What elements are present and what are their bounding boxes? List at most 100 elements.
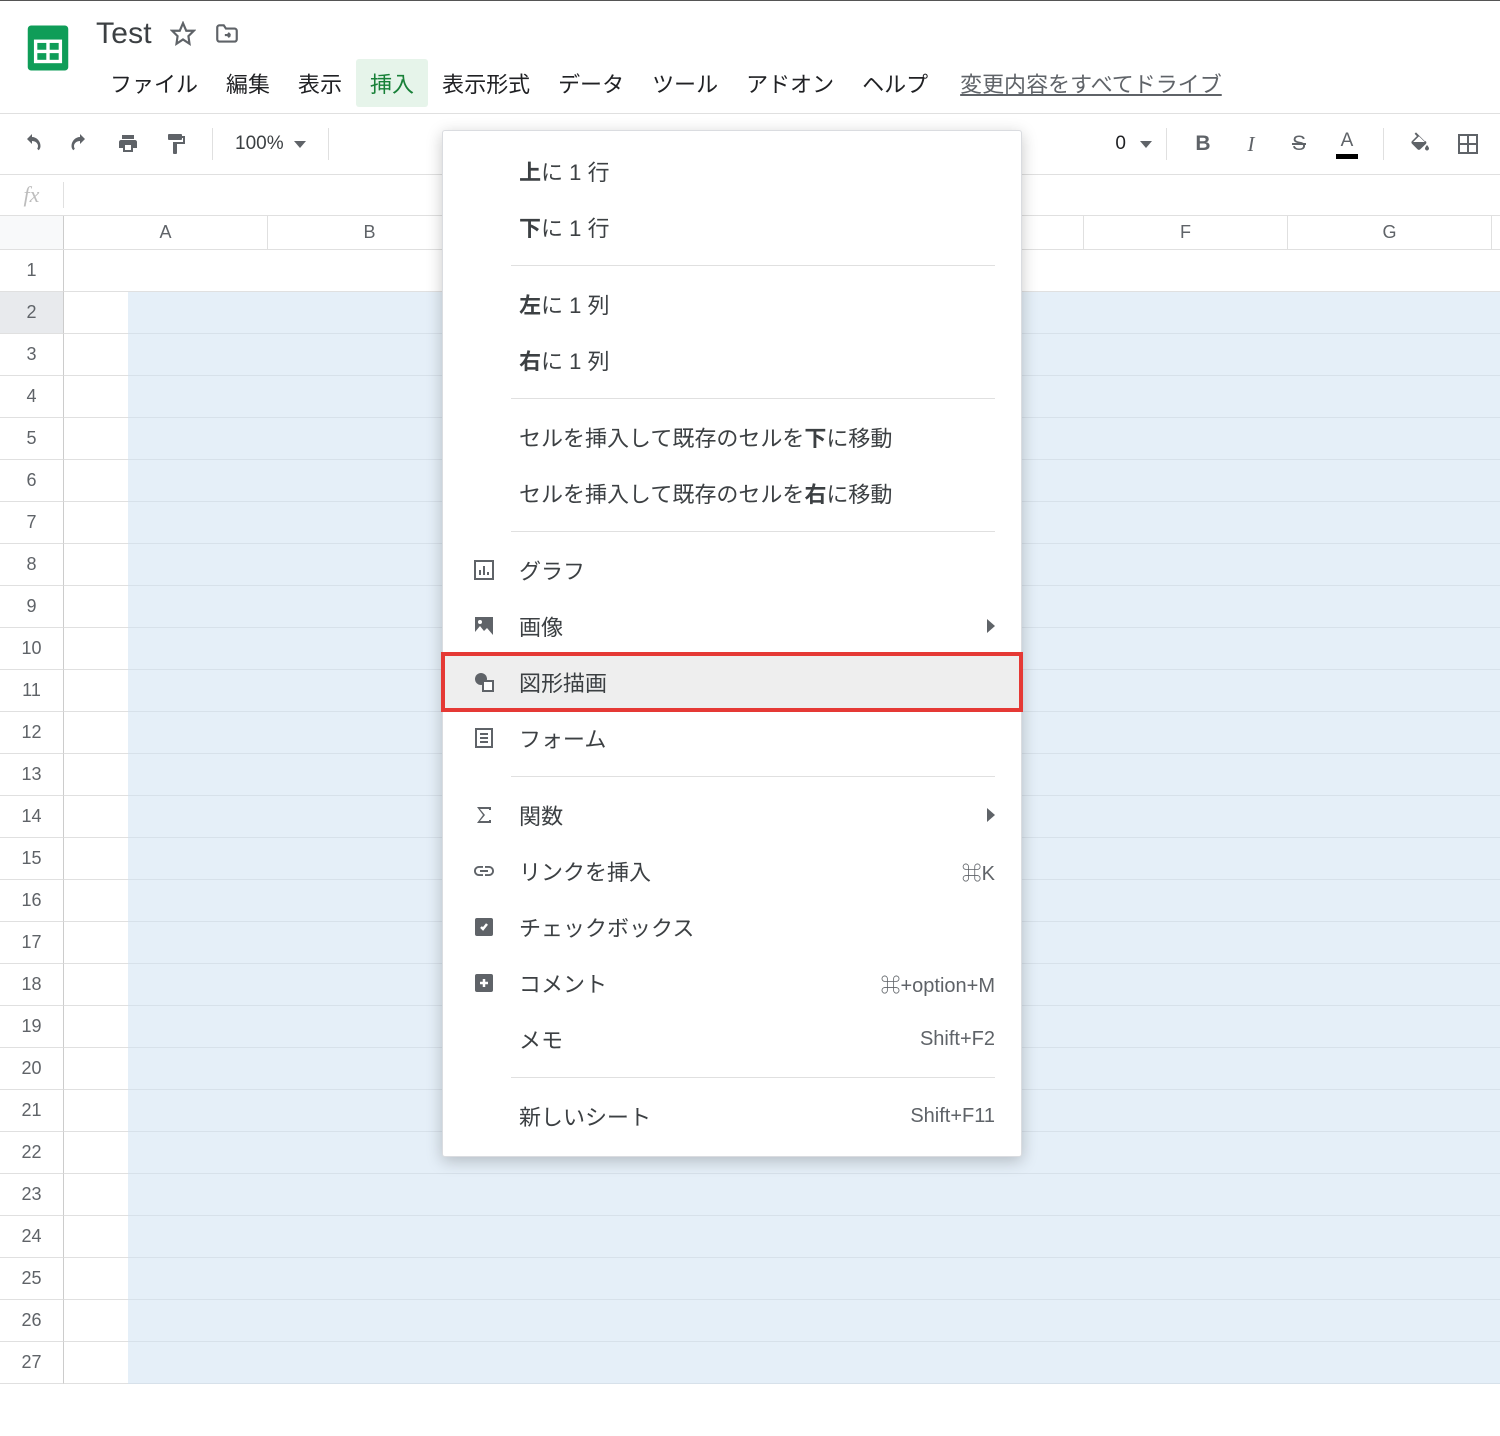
menu-item-label: チェックボックス — [519, 911, 995, 943]
row-header[interactable]: 24 — [0, 1216, 64, 1258]
menu-help[interactable]: ヘルプ — [848, 59, 942, 107]
star-icon[interactable] — [170, 21, 196, 47]
changes-saved-link[interactable]: 変更内容をすべてドライブ — [960, 59, 1222, 107]
image-icon — [469, 613, 499, 639]
col-header-g[interactable]: G — [1288, 216, 1492, 249]
borders-button[interactable] — [1446, 124, 1490, 164]
menu-item-図形描画[interactable]: 図形描画 — [443, 654, 1021, 710]
menu-edit[interactable]: 編集 — [212, 59, 284, 107]
row-header[interactable]: 21 — [0, 1090, 64, 1132]
app-header: Test ファイル 編集 表示 挿入 表示形式 データ ツール アドオン ヘルプ… — [0, 1, 1500, 107]
menu-item-チェックボックス[interactable]: チェックボックス — [443, 899, 1021, 955]
menu-item-label: 右に 1 列 — [519, 344, 995, 376]
row-header[interactable]: 13 — [0, 754, 64, 796]
menu-view[interactable]: 表示 — [284, 59, 356, 107]
insert-menu-dropdown: 上に 1 行下に 1 行左に 1 列右に 1 列セルを挿入して既存のセルを下に移… — [442, 130, 1022, 1157]
menu-item-リンクを挿入[interactable]: リンクを挿入⌘K — [443, 843, 1021, 899]
menu-item-関数[interactable]: 関数 — [443, 787, 1021, 843]
menu-item-label: 関数 — [519, 799, 987, 831]
menu-item-label: セルを挿入して既存のセルを右に移動 — [519, 477, 995, 509]
row-header[interactable]: 3 — [0, 334, 64, 376]
row-header[interactable]: 5 — [0, 418, 64, 460]
menu-addons[interactable]: アドオン — [732, 59, 848, 107]
menu-item-label: リンクを挿入 — [519, 855, 962, 887]
row-header[interactable]: 20 — [0, 1048, 64, 1090]
bold-button[interactable]: B — [1181, 124, 1225, 164]
form-icon — [469, 725, 499, 751]
menu-item-グラフ[interactable]: グラフ — [443, 542, 1021, 598]
row-header[interactable]: 26 — [0, 1300, 64, 1342]
row-header[interactable]: 10 — [0, 628, 64, 670]
menu-item-右に1列[interactable]: 右に 1 列 — [443, 332, 1021, 388]
row-header[interactable]: 4 — [0, 376, 64, 418]
menu-insert[interactable]: 挿入 — [356, 59, 428, 107]
sigma-icon — [469, 802, 499, 828]
row-header[interactable]: 11 — [0, 670, 64, 712]
row-header[interactable]: 12 — [0, 712, 64, 754]
menu-bar: ファイル 編集 表示 挿入 表示形式 データ ツール アドオン ヘルプ 変更内容… — [96, 59, 1222, 107]
row-header[interactable]: 19 — [0, 1006, 64, 1048]
document-title[interactable]: Test — [96, 17, 152, 51]
menu-data[interactable]: データ — [544, 59, 638, 107]
menu-item-メモ[interactable]: メモShift+F2 — [443, 1011, 1021, 1067]
menu-file[interactable]: ファイル — [96, 59, 212, 107]
row-header[interactable]: 7 — [0, 502, 64, 544]
paint-format-button[interactable] — [154, 124, 198, 164]
italic-button[interactable]: I — [1229, 124, 1273, 164]
menu-item-label: 上に 1 行 — [519, 155, 995, 187]
menu-item-セルを挿入して既存のセル[interactable]: セルを挿入して既存のセルを下に移動 — [443, 409, 1021, 465]
menu-item-下に1行[interactable]: 下に 1 行 — [443, 199, 1021, 255]
shapes-icon — [469, 669, 499, 695]
col-header-f[interactable]: F — [1084, 216, 1288, 249]
row-header[interactable]: 17 — [0, 922, 64, 964]
move-folder-icon[interactable] — [214, 21, 240, 47]
menu-item-コメント[interactable]: コメント⌘+option+M — [443, 955, 1021, 1011]
row-header[interactable]: 22 — [0, 1132, 64, 1174]
menu-item-上に1行[interactable]: 上に 1 行 — [443, 143, 1021, 199]
row-header[interactable]: 18 — [0, 964, 64, 1006]
zoom-value: 100% — [235, 133, 284, 155]
row-header[interactable]: 1 — [0, 250, 64, 292]
row-header[interactable]: 9 — [0, 586, 64, 628]
row-header[interactable]: 25 — [0, 1258, 64, 1300]
menu-separator — [511, 265, 995, 266]
menu-item-新しいシート[interactable]: 新しいシートShift+F11 — [443, 1088, 1021, 1144]
menu-item-label: 下に 1 行 — [519, 211, 995, 243]
strikethrough-button[interactable]: S — [1277, 124, 1321, 164]
font-size-value[interactable]: 0 — [1105, 133, 1136, 155]
row-header[interactable]: 15 — [0, 838, 64, 880]
chevron-down-icon[interactable] — [1140, 141, 1152, 148]
menu-item-shortcut: ⌘+option+M — [880, 969, 995, 998]
print-button[interactable] — [106, 124, 150, 164]
menu-item-label: グラフ — [519, 554, 995, 586]
row-header[interactable]: 2 — [0, 292, 64, 334]
redo-button[interactable] — [58, 124, 102, 164]
row-header[interactable]: 14 — [0, 796, 64, 838]
undo-button[interactable] — [10, 124, 54, 164]
menu-item-フォーム[interactable]: フォーム — [443, 710, 1021, 766]
row-header[interactable]: 8 — [0, 544, 64, 586]
row-header[interactable]: 6 — [0, 460, 64, 502]
menu-item-セルを挿入して既存のセル[interactable]: セルを挿入して既存のセルを右に移動 — [443, 465, 1021, 521]
menu-item-label: フォーム — [519, 722, 995, 754]
select-all-corner[interactable] — [0, 216, 64, 249]
menu-item-画像[interactable]: 画像 — [443, 598, 1021, 654]
submenu-arrow-icon — [987, 619, 995, 633]
chevron-down-icon — [294, 141, 306, 148]
menu-separator — [511, 398, 995, 399]
link-icon — [469, 858, 499, 884]
sheets-logo[interactable] — [20, 11, 76, 85]
col-header-a[interactable]: A — [64, 216, 268, 249]
text-color-button[interactable]: A — [1325, 124, 1369, 164]
menu-item-label: メモ — [519, 1023, 920, 1055]
fx-icon[interactable]: fx — [0, 182, 64, 208]
row-header[interactable]: 27 — [0, 1342, 64, 1384]
menu-tools[interactable]: ツール — [638, 59, 732, 107]
row-header[interactable]: 16 — [0, 880, 64, 922]
menu-format[interactable]: 表示形式 — [428, 59, 544, 107]
fill-color-button[interactable] — [1398, 124, 1442, 164]
row-header[interactable]: 23 — [0, 1174, 64, 1216]
menu-item-左に1列[interactable]: 左に 1 列 — [443, 276, 1021, 332]
menu-item-shortcut: Shift+F2 — [920, 1028, 995, 1051]
zoom-dropdown[interactable]: 100% — [227, 133, 314, 155]
